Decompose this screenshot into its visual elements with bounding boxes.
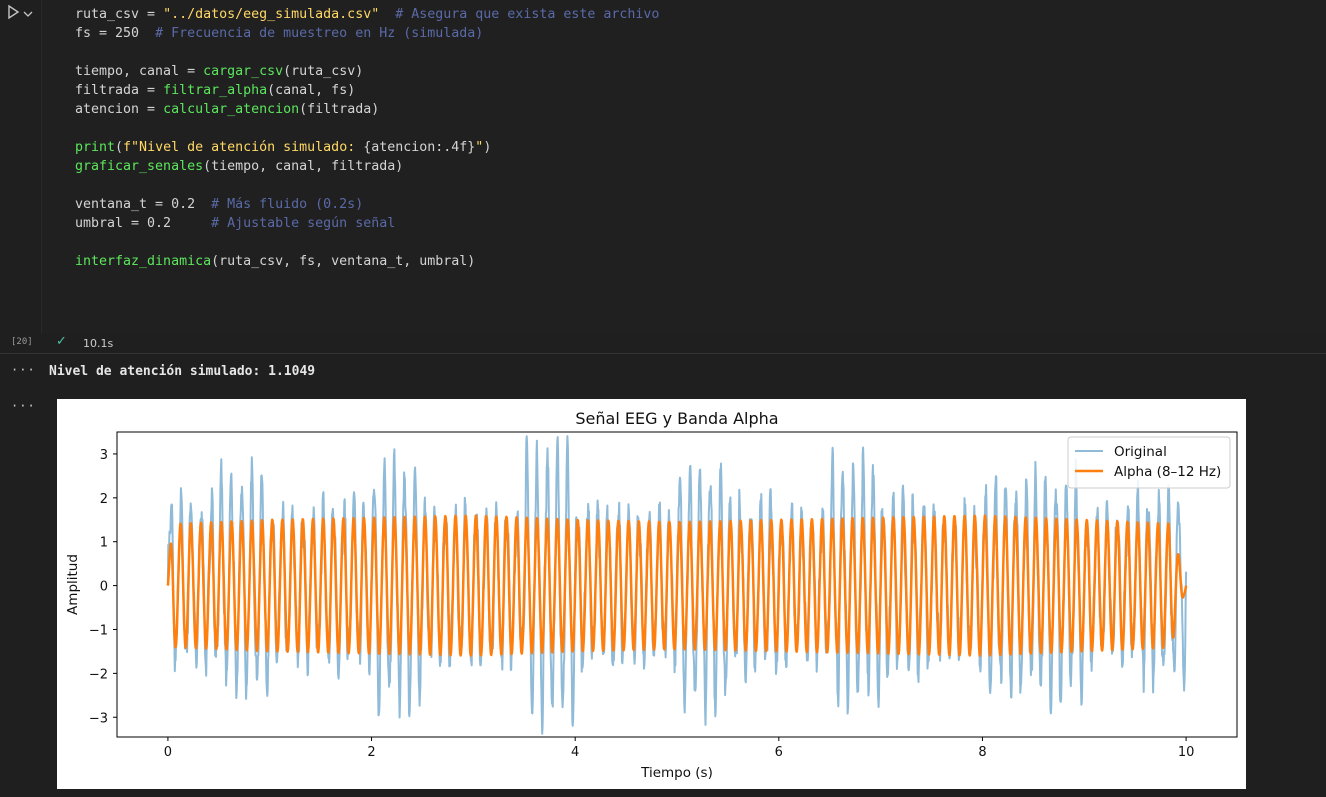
code-token: # Ajustable según señal — [211, 216, 396, 231]
cell-divider — [0, 353, 1326, 354]
check-icon: ✓ — [56, 334, 67, 349]
code-token: umbral = 0.2 — [75, 216, 212, 231]
code-token: (ruta_csv, fs, ventana_t, umbral) — [211, 254, 476, 269]
code-line: ventana_t = 0.2 # Más fluido (0.2s) — [75, 195, 363, 214]
x-tick-label: 6 — [775, 745, 783, 760]
code-line: graficar_senales(tiempo, canal, filtrada… — [75, 157, 403, 176]
legend-label-alpha: Alpha (8–12 Hz) — [1114, 464, 1221, 480]
y-tick-label: −1 — [89, 623, 108, 638]
code-token: print — [75, 140, 116, 155]
cell-gutter — [0, 0, 41, 353]
execution-status-row — [0, 333, 1326, 353]
y-tick-label: 0 — [100, 580, 108, 595]
code-token: {atencion:.4f} — [363, 140, 476, 155]
code-token: filtrada = — [75, 83, 164, 98]
x-tick-label: 10 — [1178, 745, 1195, 760]
code-token: ventana_t = 0.2 — [75, 197, 212, 212]
code-line: interfaz_dinamica(ruta_csv, fs, ventana_… — [75, 252, 475, 271]
code-token: interfaz_dinamica — [75, 254, 212, 269]
code-line: print(f"Nivel de atención simulado: {ate… — [75, 138, 491, 157]
code-line: tiempo, canal = cargar_csv(ruta_csv) — [75, 62, 363, 81]
code-token: "../datos/eeg_simulada.csv" — [163, 7, 380, 22]
code-token: filtrar_alpha — [163, 83, 268, 98]
y-tick-label: 3 — [100, 448, 108, 463]
code-token: atencion = — [75, 102, 164, 117]
x-tick-label: 4 — [571, 745, 579, 760]
x-tick-label: 0 — [164, 745, 172, 760]
code-token: graficar_senales — [75, 159, 204, 174]
legend-label-original: Original — [1114, 444, 1167, 460]
code-token: (filtrada) — [299, 102, 380, 117]
legend: Original Alpha (8–12 Hz) — [1067, 436, 1231, 489]
execution-time: 10.1s — [83, 337, 114, 350]
code-token: (canal, fs) — [267, 83, 356, 98]
x-tick-label: 8 — [978, 745, 986, 760]
code-line: fs = 250 # Frecuencia de muestreo en Hz … — [75, 24, 483, 43]
run-controls — [6, 4, 34, 24]
execution-count: [20] — [11, 337, 33, 347]
output-more-icon[interactable]: ··· — [11, 399, 36, 413]
code-token: # Frecuencia de muestreo en Hz (simulada… — [155, 26, 484, 41]
code-token: calcular_atencion — [163, 102, 300, 117]
output-text: Nivel de atención simulado: 1.1049 — [49, 364, 316, 379]
code-token: fs = 250 — [75, 26, 156, 41]
code-line: atencion = calcular_atencion(filtrada) — [75, 100, 379, 119]
y-tick-label: 1 — [100, 536, 108, 551]
chevron-down-icon[interactable] — [22, 5, 34, 24]
y-tick-label: −2 — [89, 667, 108, 682]
eeg-chart: Señal EEG y Banda Alpha 0 2 4 6 8 10 −3 −2 −1 0 1 2 3… — [65, 409, 1238, 781]
code-line: filtrada = filtrar_alpha(canal, fs) — [75, 81, 355, 100]
code-line: ruta_csv = "../datos/eeg_simulada.csv" #… — [75, 5, 659, 24]
code-token: cargar_csv — [203, 64, 284, 79]
output-more-icon[interactable]: ··· — [11, 363, 36, 377]
play-icon[interactable] — [6, 4, 20, 24]
plot-area — [166, 435, 1188, 735]
x-axis-label: Tiempo (s) — [640, 765, 713, 781]
code-token: ruta_csv = — [75, 7, 164, 22]
code-line: umbral = 0.2 # Ajustable según señal — [75, 214, 395, 233]
y-tick-label: −3 — [89, 711, 108, 726]
code-token: (ruta_csv) — [283, 64, 364, 79]
x-tick-label: 2 — [367, 745, 375, 760]
code-token: # Más fluido (0.2s) — [211, 197, 364, 212]
code-token: tiempo, canal = — [75, 64, 204, 79]
code-token: ( — [115, 140, 124, 155]
chart-title: Señal EEG y Banda Alpha — [575, 409, 778, 428]
code-token: (tiempo, canal, filtrada) — [203, 159, 404, 174]
code-token: ) — [483, 140, 492, 155]
y-tick-label: 2 — [100, 492, 108, 507]
code-token: f"Nivel de atención simulado: — [123, 140, 364, 155]
chart-figure: Señal EEG y Banda Alpha 0 2 4 6 8 10 −3 −2 −1 0 1 2 3… — [57, 399, 1246, 789]
y-axis-label: Amplitud — [65, 554, 81, 615]
code-token: # Asegura que exista este archivo — [379, 7, 660, 22]
